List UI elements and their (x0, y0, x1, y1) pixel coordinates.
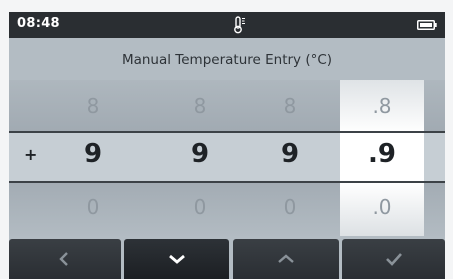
digit-col4-value[interactable]: .9 (352, 139, 412, 169)
softkey-confirm[interactable] (342, 239, 445, 279)
chevron-left-icon (59, 252, 68, 266)
page-title: Manual Temperature Entry (°C) (121, 52, 333, 68)
digit-col3-above: 8 (283, 94, 297, 118)
chevron-up-icon (278, 254, 294, 263)
digit-col3-value[interactable]: 9 (260, 139, 320, 169)
thermometer-icon (234, 16, 245, 34)
digit-col1-value[interactable]: 9 (63, 139, 123, 169)
digit-col3-below: 0 (283, 195, 297, 219)
digit-col1-below: 0 (86, 195, 100, 219)
digit-col2-below: 0 (193, 195, 207, 219)
device-screen: 08:48 Manual Temperature Entry (°C) + 8 … (9, 12, 445, 279)
sign-indicator[interactable]: + (24, 145, 37, 164)
softkey-up[interactable] (233, 239, 339, 279)
softkey-left[interactable] (9, 239, 121, 279)
softkey-bar (9, 237, 445, 279)
digit-col4-above: .8 (372, 94, 392, 118)
selection-divider-bottom (9, 181, 445, 183)
digit-col2-value[interactable]: 9 (170, 139, 230, 169)
digit-col2-above: 8 (193, 94, 207, 118)
check-icon (385, 253, 402, 266)
softkey-down[interactable] (124, 239, 229, 279)
status-time: 08:48 (17, 16, 60, 31)
digit-col1-above: 8 (86, 94, 100, 118)
battery-icon (417, 20, 437, 30)
status-bar: 08:48 (9, 12, 445, 38)
chevron-down-icon (168, 254, 185, 264)
selection-divider-top (9, 131, 445, 133)
digit-col4-below: .0 (372, 195, 392, 219)
